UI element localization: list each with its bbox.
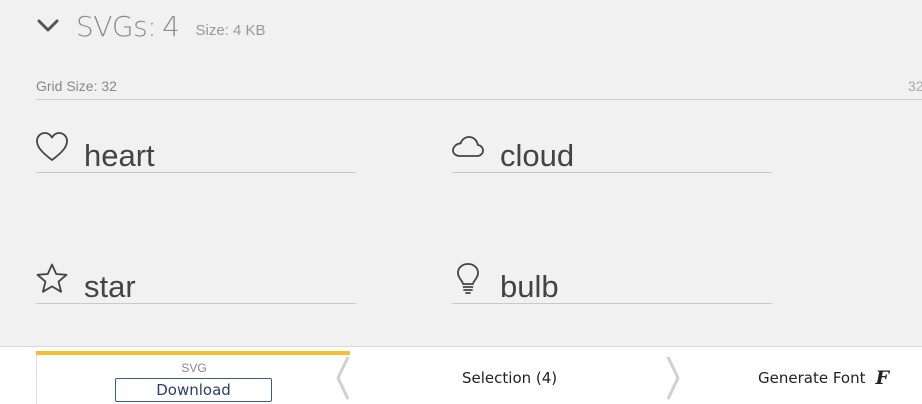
heart-icon [36, 132, 68, 161]
set-title-label: SVGs: [76, 9, 157, 43]
glyph-name: cloud [500, 138, 575, 173]
font-icon: F [875, 367, 889, 389]
download-pane: SVG Download [36, 351, 351, 404]
cloud-icon [452, 136, 484, 157]
icon-set-page: SVGs: 4 Size: 4 KB Grid Size: 32 32 heart… [0, 0, 922, 404]
active-tab-indicator [36, 351, 350, 355]
bulb-icon [457, 263, 479, 294]
download-format-label: SVG [181, 361, 207, 375]
set-header: SVGs: 4 Size: 4 KB [36, 8, 266, 44]
collapse-toggle[interactable] [36, 14, 60, 38]
download-button[interactable]: Download [115, 378, 272, 402]
selection-tab[interactable]: Selection (4) [462, 369, 557, 387]
chevron-left-icon [336, 356, 350, 400]
chevron-right-icon [666, 356, 680, 400]
chevron-down-icon [37, 19, 59, 32]
glyph-item-star[interactable]: star [36, 261, 356, 304]
glyph-item-bulb[interactable]: bulb [452, 261, 772, 304]
glyph-name: star [84, 269, 136, 304]
glyph-item-heart[interactable]: heart [36, 130, 356, 173]
grid-size-row: Grid Size: 32 32 [36, 77, 922, 100]
glyph-item-cloud[interactable]: cloud [452, 130, 772, 173]
glyph-name: heart [84, 138, 155, 173]
grid-size-label: Grid Size: 32 [36, 78, 117, 94]
set-size: Size: 4 KB [195, 21, 266, 39]
set-title: SVGs: 4 [76, 9, 180, 43]
grid-size-value: 32 [908, 78, 922, 94]
set-count: 4 [162, 9, 180, 43]
glyph-name: bulb [500, 269, 559, 304]
star-icon [36, 263, 68, 293]
bottom-toolbar: SVG Download Selection (4) Generate Font… [0, 346, 922, 404]
generate-font-button[interactable]: Generate Font F [758, 367, 889, 389]
generate-font-label: Generate Font [758, 369, 866, 387]
